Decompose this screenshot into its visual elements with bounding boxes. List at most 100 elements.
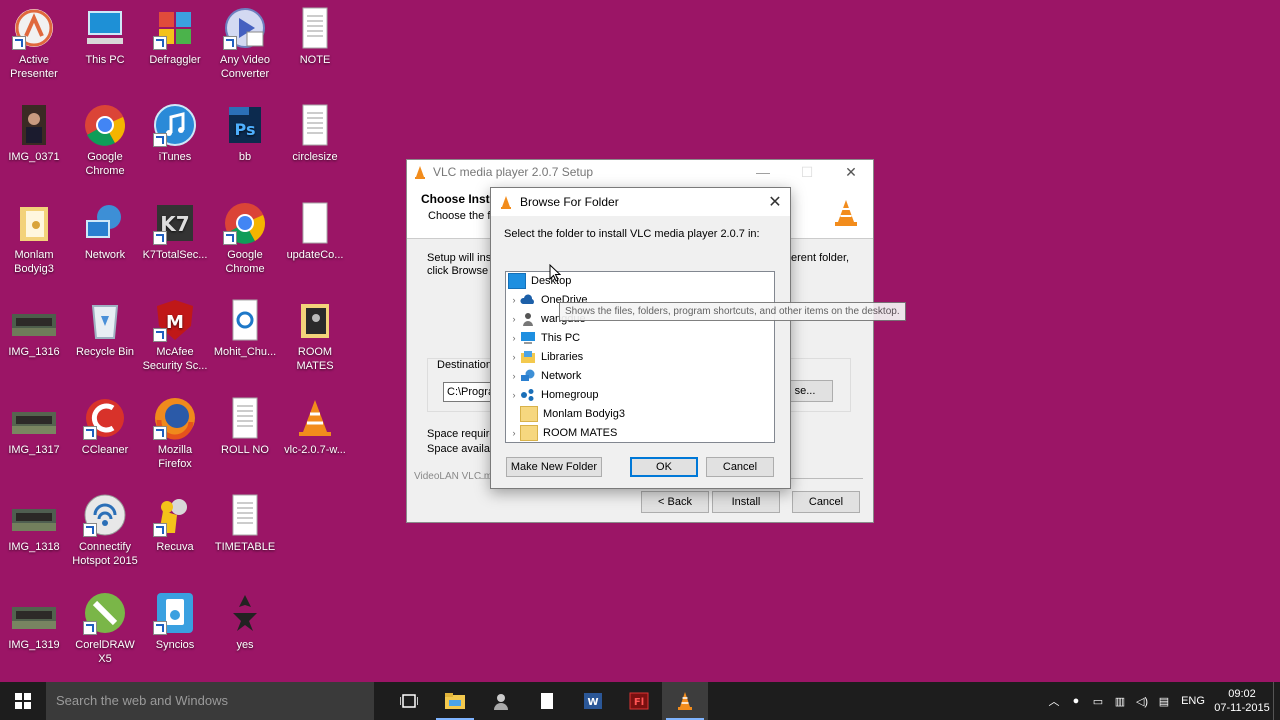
volume-icon[interactable]: ◁) [1131,695,1153,708]
desktop-icon-google-chrome-2[interactable]: Google Chrome [212,201,278,276]
desktop-icon-recuva[interactable]: Recuva [142,493,208,554]
desktop-icon-circlesize[interactable]: circlesize [282,103,348,164]
desktop-icon-img-0371[interactable]: IMG_0371 [1,103,67,164]
task-view-button[interactable] [386,682,432,720]
tree-item-this-pc[interactable]: › This PC [508,329,580,347]
desktop-icon-k7totalsec[interactable]: K7 K7TotalSec... [142,201,208,262]
start-button[interactable] [0,682,46,720]
photo-thumbnail-icon [12,298,56,342]
expand-chevron-icon[interactable]: › [508,310,520,328]
expand-chevron-icon[interactable]: › [508,329,520,347]
close-button[interactable]: ✕ [829,164,873,181]
taskbar-word[interactable]: W [570,682,616,720]
desktop-icon-vlc-installer[interactable]: vlc-2.0.7-w... [282,396,348,457]
desktop-icon-syncios[interactable]: Syncios [142,591,208,652]
dialog-cancel-button[interactable]: Cancel [706,457,774,477]
expand-chevron-icon[interactable]: › [508,424,520,442]
desktop-icon-label: ROOM MATES [296,346,334,372]
text-file-icon [223,396,267,440]
dialog-titlebar[interactable]: Browse For Folder ✕ [491,188,790,216]
desktop-icon-connectify[interactable]: Connectify Hotspot 2015 [72,493,138,568]
tree-item-desktop[interactable]: Desktop [508,272,571,290]
desktop-icon-img-1317[interactable]: IMG_1317 [1,396,67,457]
footer-brand: VideoLAN VLC me [414,471,498,482]
expand-chevron-icon[interactable]: › [508,291,520,309]
setup-window-title: VLC media player 2.0.7 Setup [433,165,594,179]
taskbar-vlc[interactable] [662,682,708,720]
make-new-folder-button[interactable]: Make New Folder [506,457,602,477]
computer-icon [83,6,127,50]
taskbar-document[interactable] [524,682,570,720]
show-desktop-button[interactable] [1273,682,1280,720]
tree-item-homegroup[interactable]: › Homegroup [508,386,598,404]
setup-subheading: Choose the fo [428,210,497,222]
desktop-icon-active-presenter[interactable]: Active Presenter [1,6,67,81]
desktop-icon-google-chrome[interactable]: Google Chrome [72,103,138,178]
firefox-icon [153,396,197,440]
ok-button[interactable]: OK [630,457,698,477]
desktop-icon-img-1319[interactable]: IMG_1319 [1,591,67,652]
text-file-icon [293,6,337,50]
maximize-button[interactable]: ☐ [785,164,829,181]
desktop-icon-note[interactable]: NOTE [282,6,348,67]
desktop-icon-any-video-converter[interactable]: Any Video Converter [212,6,278,81]
desktop-icon-img-1316[interactable]: IMG_1316 [1,298,67,359]
battery-icon[interactable]: ▭ [1087,695,1109,708]
desktop-icon-network[interactable]: Network [72,201,138,262]
desktop-icon-ccleaner[interactable]: CCleaner [72,396,138,457]
expand-chevron-icon[interactable]: › [508,348,520,366]
computer-icon [520,331,536,345]
desktop-icon-coreldraw[interactable]: CorelDRAW X5 [72,591,138,666]
taskbar-file-explorer[interactable] [432,682,478,720]
network-status-icon[interactable]: ▥ [1109,695,1131,708]
tree-item-libraries[interactable]: › Libraries [508,348,583,366]
desktop-icon-defraggler[interactable]: Defraggler [142,6,208,67]
desktop-icon-updateco[interactable]: updateCo... [282,201,348,262]
expand-chevron-icon[interactable]: › [508,386,520,404]
desktop-icon-itunes[interactable]: iTunes [142,103,208,164]
desktop-icon [508,273,526,289]
people-icon[interactable]: ● [1065,695,1087,707]
tree-item-network[interactable]: › Network [508,367,581,385]
desktop-icon-recycle-bin[interactable]: Recycle Bin [72,298,138,359]
desktop-icon-mohit-chu[interactable]: Mohit_Chu... [212,298,278,359]
desktop-icon-label: iTunes [158,151,192,163]
desktop-icon-monlam-bodyig3[interactable]: Monlam Bodyig3 [1,201,67,276]
minimize-button[interactable]: — [741,164,785,181]
tree-item-room-mates[interactable]: › ROOM MATES [508,424,617,442]
action-center-icon[interactable]: ▤ [1153,695,1175,708]
desktop-icon-img-1318[interactable]: IMG_1318 [1,493,67,554]
desktop-icon-label: Network [84,249,126,261]
setup-cancel-button[interactable]: Cancel [792,491,860,513]
tree-item-monlam-bodyig3[interactable]: Monlam Bodyig3 [520,405,625,423]
clock[interactable]: 09:02 07-11-2015 [1211,687,1273,715]
tree-item-label: This PC [541,332,581,344]
folder-tree[interactable]: Desktop › OneDrive › wangdue › This PC ›… [505,271,775,443]
taskbar-flash[interactable]: Fl [616,682,662,720]
back-button[interactable]: < Back [641,491,709,513]
system-tray: ︿ ● ▭ ▥ ◁) ▤ ENG 09:02 07-11-2015 [1043,682,1280,720]
taskbar-user-app[interactable] [478,682,524,720]
desktop-icon-firefox[interactable]: Mozilla Firefox [142,396,208,471]
desktop-icon-bb[interactable]: Ps bb [212,103,278,164]
dialog-close-button[interactable]: ✕ [760,192,790,212]
expand-chevron-icon[interactable]: › [508,367,520,385]
desktop-icon-label: Google Chrome [225,249,265,275]
clock-time: 09:02 [1228,688,1256,700]
svg-text:Ps: Ps [235,120,256,139]
install-button[interactable]: Install [712,491,780,513]
desktop-icon-timetable[interactable]: TIMETABLE [212,493,278,554]
vlc-icon [415,166,425,179]
language-indicator[interactable]: ENG [1175,695,1211,707]
desktop-icon-yes[interactable]: yes [212,591,278,652]
desktop-icon-room-mates[interactable]: ROOM MATES [282,298,348,373]
desktop-icon-label: Any Video Converter [220,54,270,80]
show-hidden-icons-chevron-icon[interactable]: ︿ [1043,693,1065,709]
desktop-icon-this-pc[interactable]: This PC [72,6,138,67]
desktop-icon-mcafee[interactable]: M McAfee Security Sc... [142,298,208,373]
recycle-bin-icon [83,298,127,342]
taskbar-search-box[interactable]: Search the web and Windows [46,682,374,720]
setup-titlebar[interactable]: VLC media player 2.0.7 Setup — ☐ ✕ [407,160,873,184]
desktop-icon-roll-no[interactable]: ROLL NO [212,396,278,457]
desktop-icon-label: Mohit_Chu... [213,346,277,358]
